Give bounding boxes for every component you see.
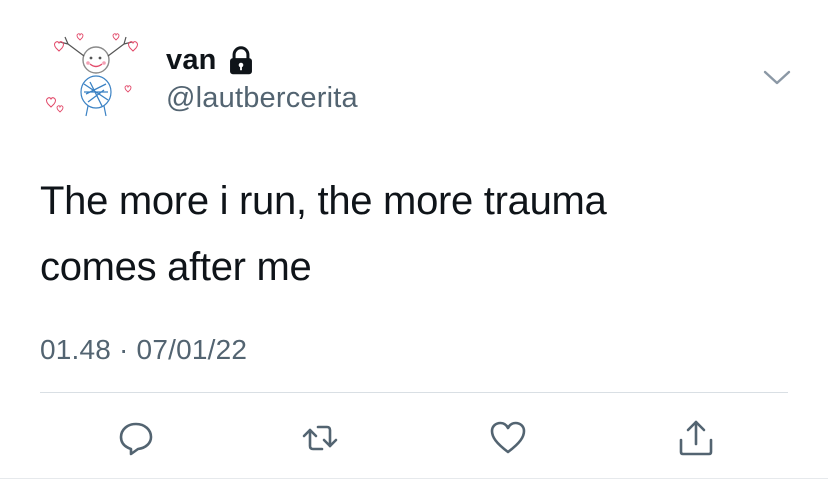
- chevron-down-icon[interactable]: [762, 66, 792, 88]
- reply-button[interactable]: [114, 416, 158, 460]
- tweet-text-line: The more i run, the more trauma: [40, 179, 607, 223]
- retweet-button[interactable]: [298, 416, 342, 460]
- user-handle[interactable]: @lautbercerita: [166, 82, 358, 115]
- divider: [40, 392, 788, 393]
- like-button[interactable]: [486, 416, 530, 460]
- share-icon: [679, 420, 713, 456]
- retweet-icon: [302, 425, 338, 451]
- author-name-row[interactable]: van: [166, 42, 255, 78]
- lock-icon: [229, 46, 252, 75]
- share-button[interactable]: [674, 416, 718, 460]
- tweet-card: van @lautbercerita The more i run, the m…: [0, 0, 828, 482]
- avatar[interactable]: [38, 28, 150, 128]
- tweet-text-line: comes after me: [40, 245, 312, 289]
- divider: [0, 478, 828, 479]
- reply-icon: [119, 422, 153, 456]
- tweet-timestamp[interactable]: 01.48 · 07/01/22: [40, 334, 247, 366]
- heart-icon: [490, 421, 526, 454]
- tweet-text: The more i run, the more trauma comes af…: [40, 168, 800, 300]
- display-name[interactable]: van: [166, 44, 217, 77]
